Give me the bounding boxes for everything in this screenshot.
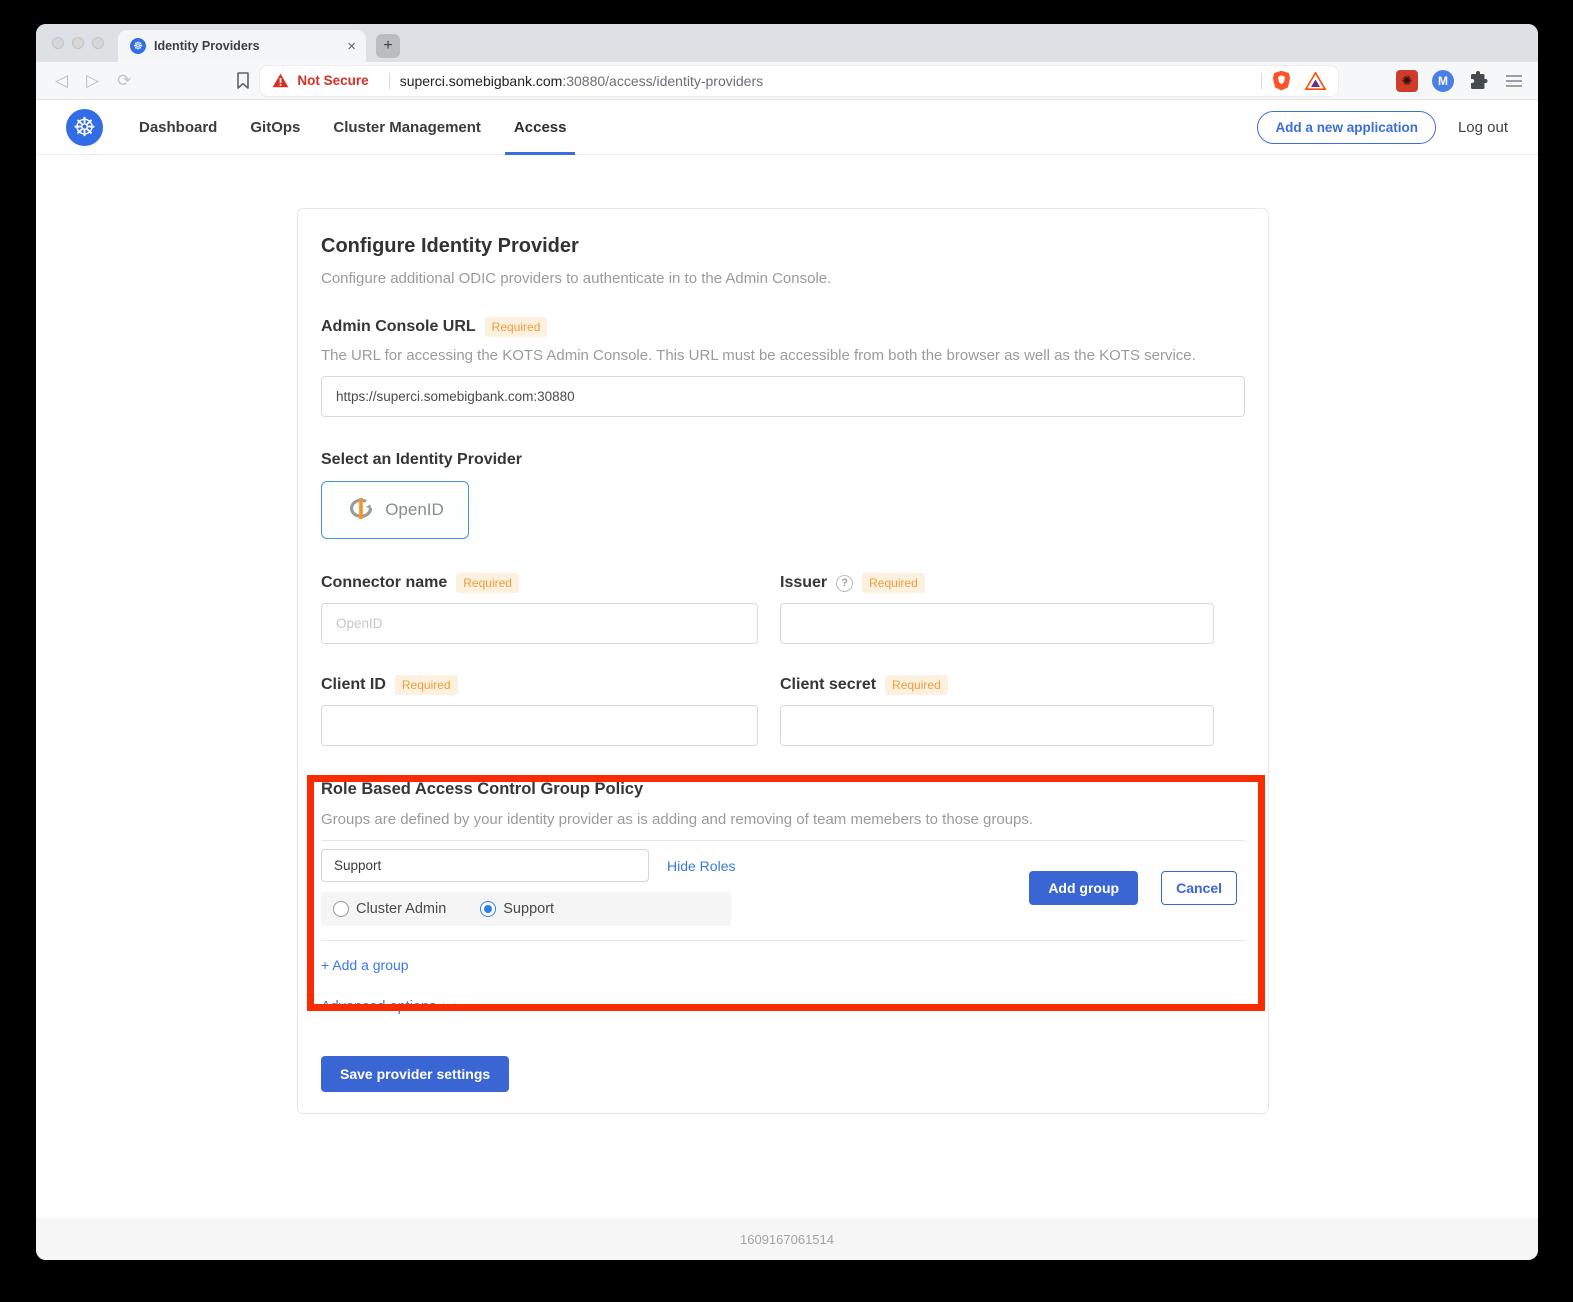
divider [321, 840, 1245, 841]
radio-unchecked-icon [333, 901, 349, 917]
openid-provider-name: OpenID [385, 500, 444, 520]
roles-radio-group: Cluster Admin Support [321, 892, 731, 926]
connector-name-input[interactable] [321, 603, 758, 644]
url-path: :30880/access/identity-providers [562, 73, 763, 89]
issuer-field: Issuer ? Required [780, 573, 1214, 644]
chevron-down-icon [442, 1003, 456, 1012]
tab-strip: ☸ Identity Providers × + [36, 24, 1538, 62]
help-icon[interactable]: ? [836, 575, 853, 592]
client-secret-field: Client secret Required [780, 675, 1214, 746]
minimize-window-icon[interactable] [72, 37, 84, 49]
radio-checked-icon [480, 901, 496, 917]
address-bar[interactable]: Not Secure superci.somebigbank.com :3088… [260, 66, 1338, 96]
url-divider [389, 73, 390, 89]
admin-console-url-help: The URL for accessing the KOTS Admin Con… [321, 347, 1245, 364]
divider [321, 940, 1245, 941]
hide-roles-link[interactable]: Hide Roles [667, 858, 735, 874]
nav-item-access[interactable]: Access [514, 100, 567, 155]
browser-toolbar: ◁ ▷ ⟳ Not Secure superci.somebigbank.com… [36, 62, 1538, 100]
logout-link[interactable]: Log out [1458, 119, 1508, 136]
nav-item-cluster-management[interactable]: Cluster Management [333, 100, 481, 155]
required-badge: Required [885, 675, 948, 695]
reload-icon[interactable]: ⟳ [117, 72, 131, 89]
client-id-label: Client ID [321, 676, 386, 694]
role-label: Support [503, 901, 554, 917]
close-window-icon[interactable] [52, 37, 64, 49]
configure-identity-provider-card: Configure Identity Provider Configure ad… [297, 208, 1269, 1114]
close-tab-icon[interactable]: × [347, 39, 356, 54]
menu-icon[interactable] [1506, 75, 1522, 87]
add-a-group-link[interactable]: + Add a group [321, 957, 409, 973]
back-icon[interactable]: ◁ [55, 72, 68, 89]
nav-item-gitops[interactable]: GitOps [250, 100, 300, 155]
group-name-input[interactable] [321, 849, 649, 882]
add-new-application-button[interactable]: Add a new application [1257, 111, 1436, 144]
browser-window: ☸ Identity Providers × + ◁ ▷ ⟳ Not Secur… [36, 24, 1538, 1260]
required-badge: Required [395, 675, 458, 695]
required-badge: Required [456, 573, 519, 593]
add-group-button[interactable]: Add group [1029, 871, 1138, 905]
admin-console-url-label: Admin Console URL [321, 318, 476, 336]
required-badge: Required [862, 573, 925, 593]
client-secret-label: Client secret [780, 676, 876, 694]
footer-bar: 1609167061514 [36, 1218, 1538, 1260]
advanced-options-link[interactable]: Advanced options [321, 999, 456, 1015]
extensions-puzzle-icon[interactable] [1468, 71, 1488, 91]
role-label: Cluster Admin [356, 901, 446, 917]
page-subtitle: Configure additional ODIC providers to a… [321, 270, 1245, 287]
svg-text:☸: ☸ [133, 41, 143, 53]
kubernetes-logo-icon[interactable]: ☸ [66, 109, 103, 146]
required-badge: Required [485, 317, 548, 337]
save-provider-settings-button[interactable]: Save provider settings [321, 1056, 509, 1092]
profile-avatar[interactable]: M [1432, 70, 1454, 92]
zoom-window-icon[interactable] [92, 37, 104, 49]
red-extension-icon[interactable]: ✺ [1396, 70, 1418, 92]
connector-name-label: Connector name [321, 574, 447, 592]
warning-triangle-icon [272, 73, 289, 88]
window-controls [36, 24, 118, 62]
admin-console-url-input[interactable] [321, 376, 1245, 417]
admin-console-url-label-row: Admin Console URL Required [321, 317, 1245, 337]
forward-icon[interactable]: ▷ [86, 72, 99, 89]
cancel-button[interactable]: Cancel [1161, 871, 1237, 905]
url-host: superci.somebigbank.com [400, 73, 563, 89]
rbac-title: Role Based Access Control Group Policy [321, 780, 1245, 799]
client-id-field: Client ID Required [321, 675, 758, 746]
role-radio-cluster-admin[interactable]: Cluster Admin [333, 901, 446, 917]
kubernetes-favicon-icon: ☸ [130, 38, 146, 54]
client-id-input[interactable] [321, 705, 758, 746]
openid-logo-icon [346, 495, 376, 525]
issuer-label: Issuer [780, 574, 827, 592]
role-radio-support[interactable]: Support [480, 901, 554, 917]
connector-name-field: Connector name Required [321, 573, 758, 644]
url-divider [1261, 73, 1262, 89]
page-content: Configure Identity Provider Configure ad… [36, 155, 1538, 1218]
issuer-input[interactable] [780, 603, 1214, 644]
page-title: Configure Identity Provider [321, 235, 1245, 258]
brave-shield-icon[interactable] [1272, 70, 1291, 91]
client-secret-input[interactable] [780, 705, 1214, 746]
rbac-description: Groups are defined by your identity prov… [321, 811, 1245, 828]
rbac-section: Role Based Access Control Group Policy G… [321, 780, 1245, 975]
footer-timestamp: 1609167061514 [740, 1232, 834, 1247]
nav-item-dashboard[interactable]: Dashboard [139, 100, 217, 155]
bat-icon[interactable] [1305, 72, 1326, 90]
openid-provider-tile[interactable]: OpenID [321, 481, 469, 539]
tab-title: Identity Providers [154, 39, 339, 53]
select-identity-provider-label: Select an Identity Provider [321, 451, 1245, 469]
not-secure-label: Not Secure [297, 73, 368, 88]
browser-tab[interactable]: ☸ Identity Providers × [118, 30, 366, 62]
new-tab-button[interactable]: + [376, 34, 400, 58]
site-navbar: ☸ Dashboard GitOps Cluster Management Ac… [36, 100, 1538, 155]
bookmark-icon[interactable] [236, 72, 250, 89]
